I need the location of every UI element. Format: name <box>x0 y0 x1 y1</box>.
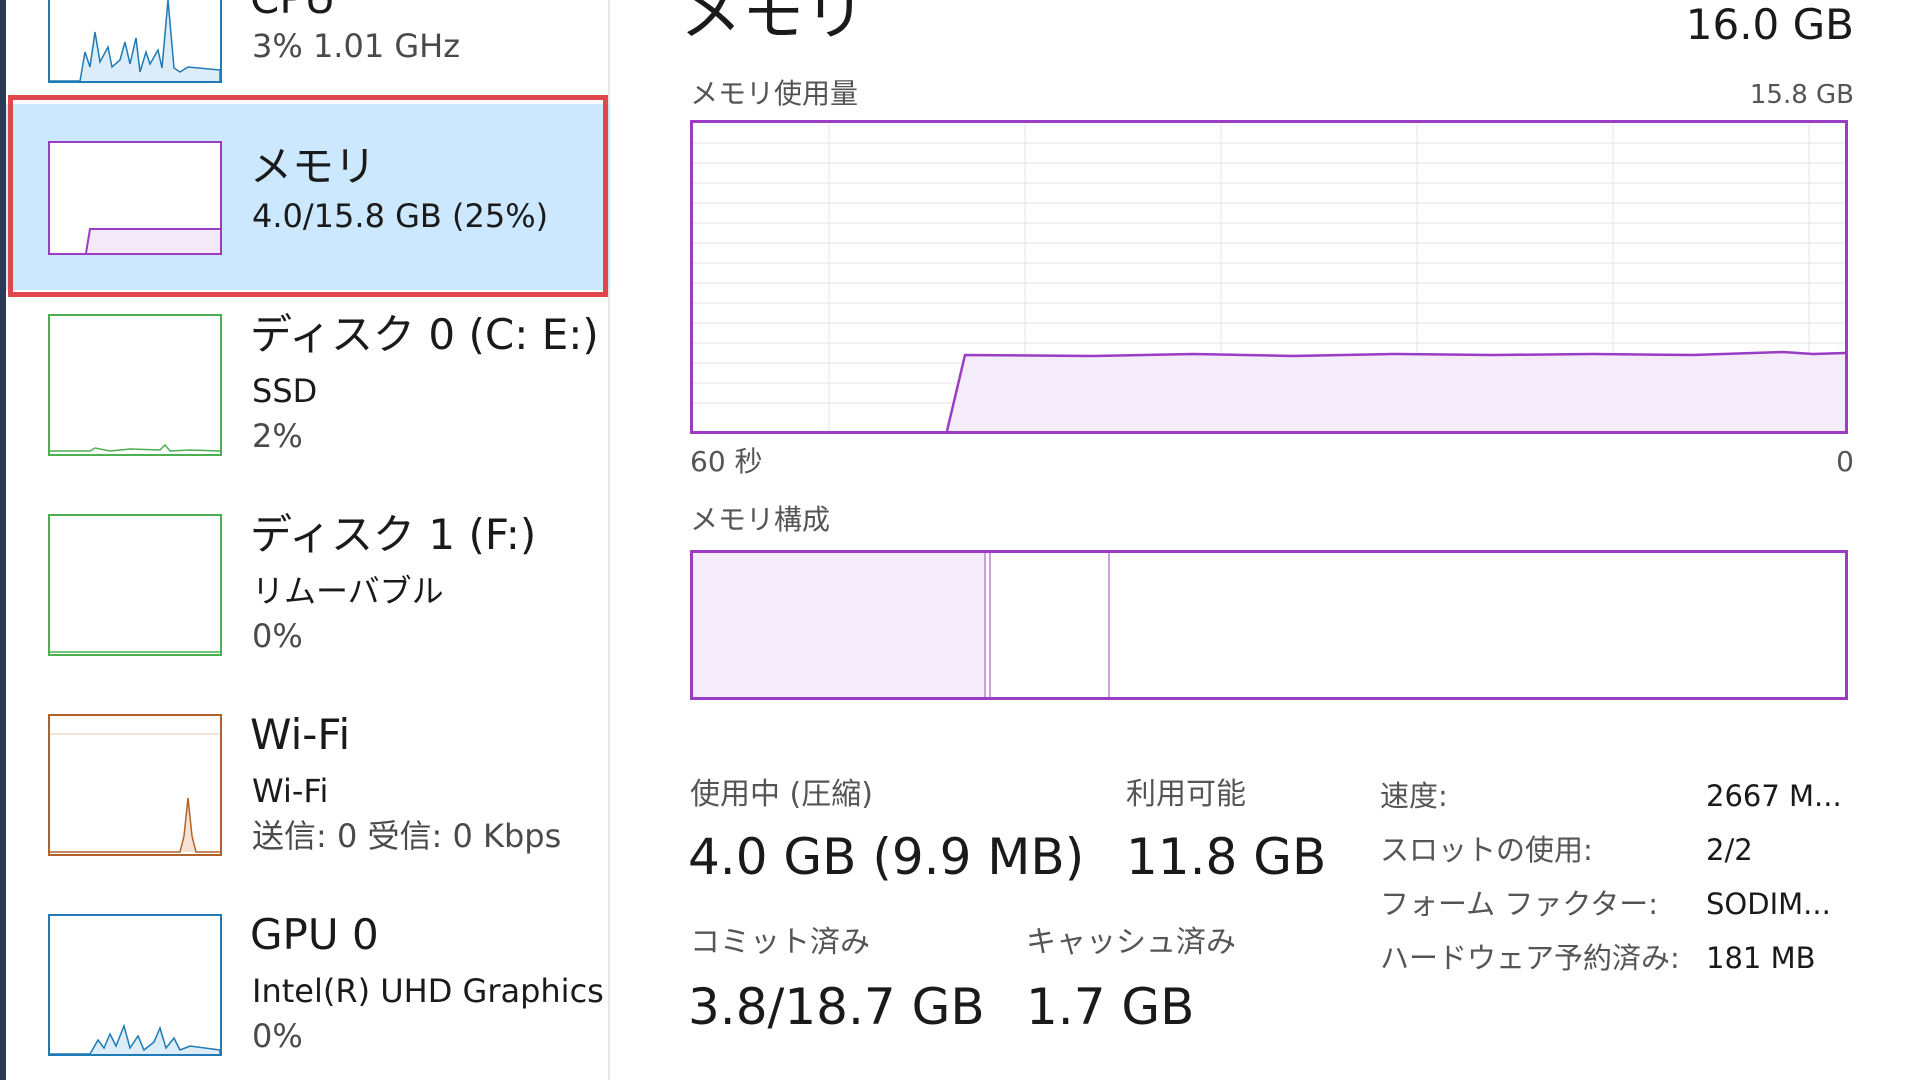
disk0-thumbnail <box>48 314 222 456</box>
sidebar-item-memory[interactable]: メモリ 4.0/15.8 GB (25%) <box>6 104 610 290</box>
available-label: 利用可能 <box>1126 777 1246 812</box>
committed-label: コミット済み <box>690 925 870 960</box>
memory-usage-chart <box>690 120 1848 434</box>
memory-composition-bar <box>690 550 1848 700</box>
chart-time-start: 60 秒 <box>690 445 763 478</box>
sidebar-item-title: ディスク 1 (F:) <box>250 510 537 559</box>
sidebar-item-detail: リムーバブル <box>252 572 444 610</box>
hardware-reserved-value: 181 MB <box>1706 941 1816 975</box>
hardware-reserved-label: ハードウェア予約済み: <box>1380 941 1680 975</box>
slots-label: スロットの使用: <box>1380 833 1593 867</box>
form-factor-label: フォーム ファクター: <box>1380 887 1658 921</box>
speed-label: 速度: <box>1380 779 1448 813</box>
sidebar-item-wifi[interactable]: Wi-Fi Wi-Fi 送信: 0 受信: 0 Kbps <box>6 700 610 870</box>
in-use-label: 使用中 (圧縮) <box>690 777 873 812</box>
memory-details-panel: メモリ 16.0 GB メモリ使用量 15.8 GB 60 秒 0 メモリ構成 … <box>612 0 1920 1080</box>
wifi-thumbnail <box>48 714 222 856</box>
sidebar-item-usage: 0% <box>252 617 303 655</box>
sidebar-item-detail: Intel(R) UHD Graphics <box>252 972 604 1010</box>
sidebar-item-title: GPU 0 <box>250 910 379 959</box>
composition-label: メモリ構成 <box>690 503 831 536</box>
available-value: 11.8 GB <box>1126 828 1327 886</box>
speed-value: 2667 M... <box>1706 779 1842 813</box>
form-factor-value: SODIM... <box>1706 887 1831 921</box>
in-use-value: 4.0 GB (9.9 MB) <box>688 828 1085 886</box>
sidebar-item-disk-1[interactable]: ディスク 1 (F:) リムーバブル 0% <box>6 500 610 670</box>
sidebar-item-detail: SSD <box>252 372 318 410</box>
committed-value: 3.8/18.7 GB <box>688 978 985 1036</box>
sidebar-item-gpu-0[interactable]: GPU 0 Intel(R) UHD Graphics 0% <box>6 900 610 1070</box>
sidebar-item-cpu[interactable]: CPU 3% 1.01 GHz <box>6 0 610 92</box>
gpu0-thumbnail <box>48 914 222 1056</box>
usage-chart-label: メモリ使用量 <box>690 77 859 110</box>
memory-thumbnail <box>48 141 222 255</box>
cpu-thumbnail <box>48 0 222 83</box>
cached-label: キャッシュ済み <box>1026 925 1236 960</box>
sidebar-item-title: CPU <box>250 0 335 20</box>
sidebar-item-usage: 0% <box>252 1017 303 1055</box>
sidebar-item-usage: 送信: 0 受信: 0 Kbps <box>252 817 562 855</box>
sidebar-item-detail: 4.0/15.8 GB (25%) <box>252 197 549 235</box>
chart-time-end: 0 <box>1836 445 1854 478</box>
total-memory: 16.0 GB <box>1685 0 1854 49</box>
sidebar-item-detail: 3% 1.01 GHz <box>252 27 461 65</box>
sidebar-item-title: Wi-Fi <box>250 710 351 759</box>
sidebar-item-disk-0[interactable]: ディスク 0 (C: E:) SSD 2% <box>6 300 610 470</box>
sidebar: CPU 3% 1.01 GHz メモリ 4.0/15.8 GB (25%) ディ… <box>6 0 610 1080</box>
cached-value: 1.7 GB <box>1026 978 1195 1036</box>
disk1-thumbnail <box>48 514 222 656</box>
page-title: メモリ <box>680 0 867 49</box>
sidebar-item-title: メモリ <box>250 142 377 191</box>
sidebar-item-usage: 2% <box>252 417 303 455</box>
sidebar-item-title: ディスク 0 (C: E:) <box>250 310 599 359</box>
usage-chart-max: 15.8 GB <box>1749 80 1854 110</box>
sidebar-item-detail: Wi-Fi <box>252 772 329 810</box>
slots-value: 2/2 <box>1706 833 1753 867</box>
